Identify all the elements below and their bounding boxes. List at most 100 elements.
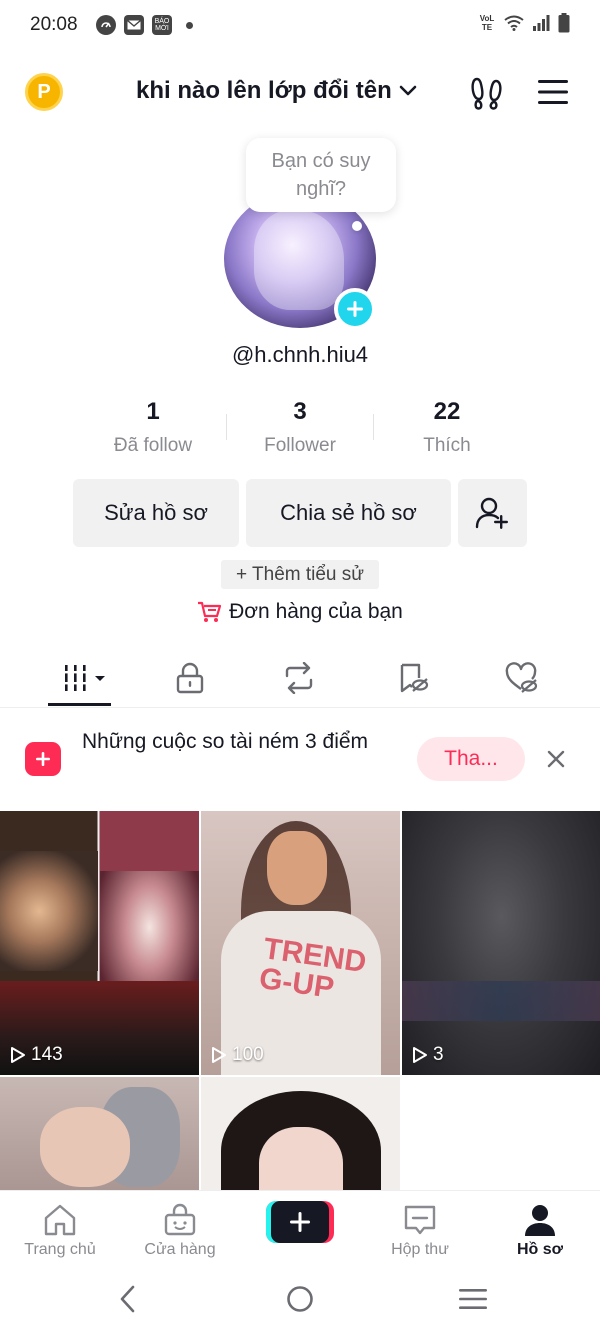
add-user-icon [475, 497, 508, 529]
play-icon [212, 1047, 226, 1063]
nav-label: Cửa hàng [144, 1241, 216, 1258]
view-count-value: 143 [31, 1044, 63, 1065]
stat-following[interactable]: 1 Đã follow [80, 398, 226, 462]
edit-profile-button[interactable]: Sửa hồ sơ [73, 479, 239, 547]
tab-private[interactable] [170, 658, 210, 698]
plus-icon [290, 1212, 310, 1232]
create-button-core [271, 1201, 329, 1243]
thumbnail-image [259, 1127, 343, 1197]
tab-liked[interactable] [501, 658, 541, 698]
promo-banner: Những cuộc so tài ném 3 điểm Tha... [0, 712, 600, 808]
play-icon [413, 1047, 427, 1063]
thumbnail-image [40, 1107, 130, 1187]
orders-link[interactable]: Đơn hàng của bạn [0, 600, 600, 624]
banner-join-button[interactable]: Tha... [417, 737, 525, 781]
thumbnail-image [267, 831, 327, 905]
lock-icon [176, 662, 204, 694]
view-count-value: 100 [232, 1044, 264, 1065]
baomoi-icon: BÁO MỚI [152, 15, 172, 35]
view-count: 143 [10, 1044, 63, 1066]
nav-profile[interactable]: Hồ sơ [480, 1203, 600, 1259]
thumbnail-image [0, 851, 98, 971]
nav-label: Trang chủ [24, 1241, 96, 1258]
thought-bubble-tail [352, 221, 362, 231]
add-ticket-icon [25, 742, 61, 776]
content-tabs [0, 650, 600, 708]
battery-icon [558, 13, 570, 33]
wifi-icon [504, 15, 524, 31]
cart-icon [198, 601, 222, 622]
banner-text: Những cuộc so tài ném 3 điểm [82, 730, 369, 753]
status-notification-icons: BÁO MỚI [96, 15, 193, 35]
shop-bag-icon [164, 1203, 196, 1236]
username: @h.chnh.hiu4 [231, 342, 369, 367]
status-time: 20:08 [30, 14, 78, 35]
add-friend-button[interactable] [458, 479, 527, 547]
stat-value: 22 [433, 398, 461, 425]
footprints-icon[interactable] [470, 76, 504, 110]
video-thumbnail[interactable] [201, 1077, 400, 1197]
tab-reposts[interactable] [279, 658, 319, 698]
add-avatar-button[interactable] [334, 288, 376, 330]
video-thumbnail[interactable]: 3 [402, 811, 600, 1075]
chevron-down-icon [399, 85, 417, 96]
add-bio-button[interactable]: + Thêm tiểu sử [221, 560, 379, 589]
nav-home[interactable]: Trang chủ [0, 1203, 120, 1259]
nav-label: Hộp thư [391, 1241, 449, 1258]
profile-display-name: khi nào lên lớp đổi tên [136, 77, 392, 104]
menu-icon[interactable] [537, 78, 569, 106]
signal-icon [533, 15, 550, 31]
status-bar: 20:08 BÁO MỚI VoLTE [0, 0, 600, 52]
home-icon [44, 1204, 76, 1236]
home-circle-icon[interactable] [285, 1284, 315, 1314]
tab-favorites[interactable] [393, 658, 433, 698]
nav-inbox[interactable]: Hộp thư [360, 1203, 480, 1259]
grid-icon [63, 665, 105, 691]
system-navigation-bar [0, 1266, 600, 1333]
thought-bubble[interactable]: Bạn có suy nghĩ? [246, 138, 396, 212]
close-icon[interactable] [544, 747, 568, 771]
mail-icon [124, 15, 144, 35]
view-count-value: 3 [433, 1044, 444, 1065]
heart-hidden-icon [505, 662, 538, 693]
plus-icon [347, 301, 363, 317]
back-icon[interactable] [113, 1284, 143, 1314]
recents-icon[interactable] [458, 1284, 488, 1314]
repost-icon [285, 662, 313, 694]
video-thumbnail[interactable] [0, 1077, 199, 1197]
account-switcher[interactable]: khi nào lên lớp đổi tên [136, 77, 418, 105]
stat-followers[interactable]: 3 Follower [227, 398, 373, 462]
play-icon [11, 1047, 25, 1063]
thumbnail-shirt-text: TREND G-UP [257, 932, 369, 1005]
orders-label: Đơn hàng của bạn [229, 600, 403, 623]
avatar-image [254, 210, 344, 310]
profile-header: P khi nào lên lớp đổi tên [0, 62, 600, 122]
tab-videos[interactable] [62, 658, 110, 698]
video-thumbnail[interactable]: 143 [0, 811, 199, 1075]
stat-value: 3 [293, 398, 307, 425]
volte-icon: VoLTE [479, 14, 495, 32]
active-tab-indicator [48, 703, 111, 706]
dot-icon [186, 21, 193, 29]
thumbnail-image [402, 981, 600, 1021]
stat-label: Đã follow [113, 435, 193, 456]
stat-label: Thích [423, 435, 471, 456]
share-profile-button[interactable]: Chia sẻ hồ sơ [246, 479, 451, 547]
speed-icon [96, 15, 116, 35]
inbox-icon [404, 1205, 436, 1235]
status-system-icons: VoLTE [478, 13, 570, 33]
profile-stats: 1 Đã follow 3 Follower 22 Thích [80, 398, 520, 462]
stat-likes[interactable]: 22 Thích [374, 398, 520, 462]
coin-icon[interactable]: P [25, 73, 63, 111]
nav-label: Hồ sơ [516, 1241, 564, 1258]
view-count: 100 [211, 1044, 264, 1066]
profile-icon [525, 1205, 555, 1236]
bookmark-hidden-icon [400, 663, 429, 693]
view-count: 3 [412, 1044, 444, 1066]
video-thumbnail[interactable]: TREND G-UP 100 [201, 811, 400, 1075]
nav-shop[interactable]: Cửa hàng [120, 1203, 240, 1259]
create-button[interactable] [266, 1201, 334, 1243]
stat-label: Follower [264, 435, 336, 456]
stat-value: 1 [146, 398, 160, 425]
bottom-nav: Trang chủ Cửa hàng Hộp thư Hồ sơ [0, 1190, 600, 1266]
